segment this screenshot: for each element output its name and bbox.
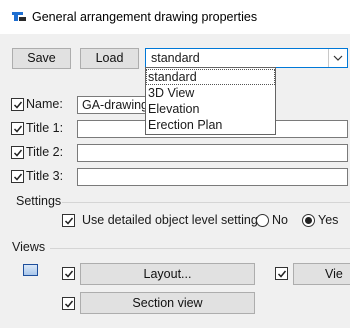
dropdown-option-3d-view[interactable]: 3D View: [146, 85, 275, 101]
checkmark-icon: [13, 173, 23, 181]
app-icon: [11, 10, 27, 23]
yes-radio[interactable]: [302, 214, 315, 227]
no-radio-label: No: [272, 213, 288, 227]
dropdown-option-elevation[interactable]: Elevation: [146, 101, 275, 117]
title1-checkbox[interactable]: [11, 122, 24, 135]
title3-label: Title 3:: [26, 169, 64, 183]
radio-selected-dot: [305, 217, 312, 224]
layout-button[interactable]: Layout...: [80, 263, 255, 285]
save-button[interactable]: Save: [12, 48, 71, 69]
title3-field[interactable]: [77, 168, 348, 186]
dropdown-option-erection-plan[interactable]: Erection Plan: [146, 117, 275, 133]
chevron-down-icon[interactable]: [329, 49, 347, 67]
settings-combo[interactable]: standard: [145, 48, 348, 68]
dropdown-option-standard[interactable]: standard: [146, 69, 275, 85]
title2-field[interactable]: [77, 144, 348, 162]
settings-group-divider: [62, 202, 350, 203]
name-checkbox[interactable]: [11, 98, 24, 111]
load-button[interactable]: Load: [80, 48, 139, 69]
yes-radio-label: Yes: [318, 213, 339, 227]
view-button[interactable]: Vie: [293, 263, 350, 285]
settings-combo-value: standard: [151, 51, 200, 65]
view-checkbox[interactable]: [275, 267, 288, 280]
checkmark-icon: [64, 217, 74, 225]
settings-dropdown-list: standard 3D View Elevation Erection Plan: [145, 67, 276, 135]
checkmark-icon: [13, 125, 23, 133]
name-label: Name:: [26, 97, 63, 111]
title2-label: Title 2:: [26, 145, 64, 159]
title-bar: General arrangement drawing properties: [0, 0, 350, 34]
title2-checkbox[interactable]: [11, 146, 24, 159]
checkmark-icon: [64, 270, 74, 278]
settings-group-label: Settings: [16, 194, 62, 208]
views-group-divider: [50, 248, 350, 249]
section-view-button[interactable]: Section view: [80, 292, 255, 314]
view-icon[interactable]: [23, 264, 38, 276]
layout-checkbox[interactable]: [62, 267, 75, 280]
checkmark-icon: [13, 149, 23, 157]
detailed-settings-label: Use detailed object level settings: [82, 213, 265, 227]
detailed-settings-checkbox[interactable]: [62, 214, 75, 227]
title1-label: Title 1:: [26, 121, 64, 135]
name-field[interactable]: GA-drawing: [77, 96, 148, 114]
section-view-checkbox[interactable]: [62, 297, 75, 310]
checkmark-icon: [277, 270, 287, 278]
window-title: General arrangement drawing properties: [32, 10, 258, 24]
checkmark-icon: [13, 101, 23, 109]
no-radio[interactable]: [256, 214, 269, 227]
name-field-value: GA-drawing: [82, 98, 148, 112]
title3-checkbox[interactable]: [11, 170, 24, 183]
views-group-label: Views: [12, 240, 46, 254]
checkmark-icon: [64, 300, 74, 308]
